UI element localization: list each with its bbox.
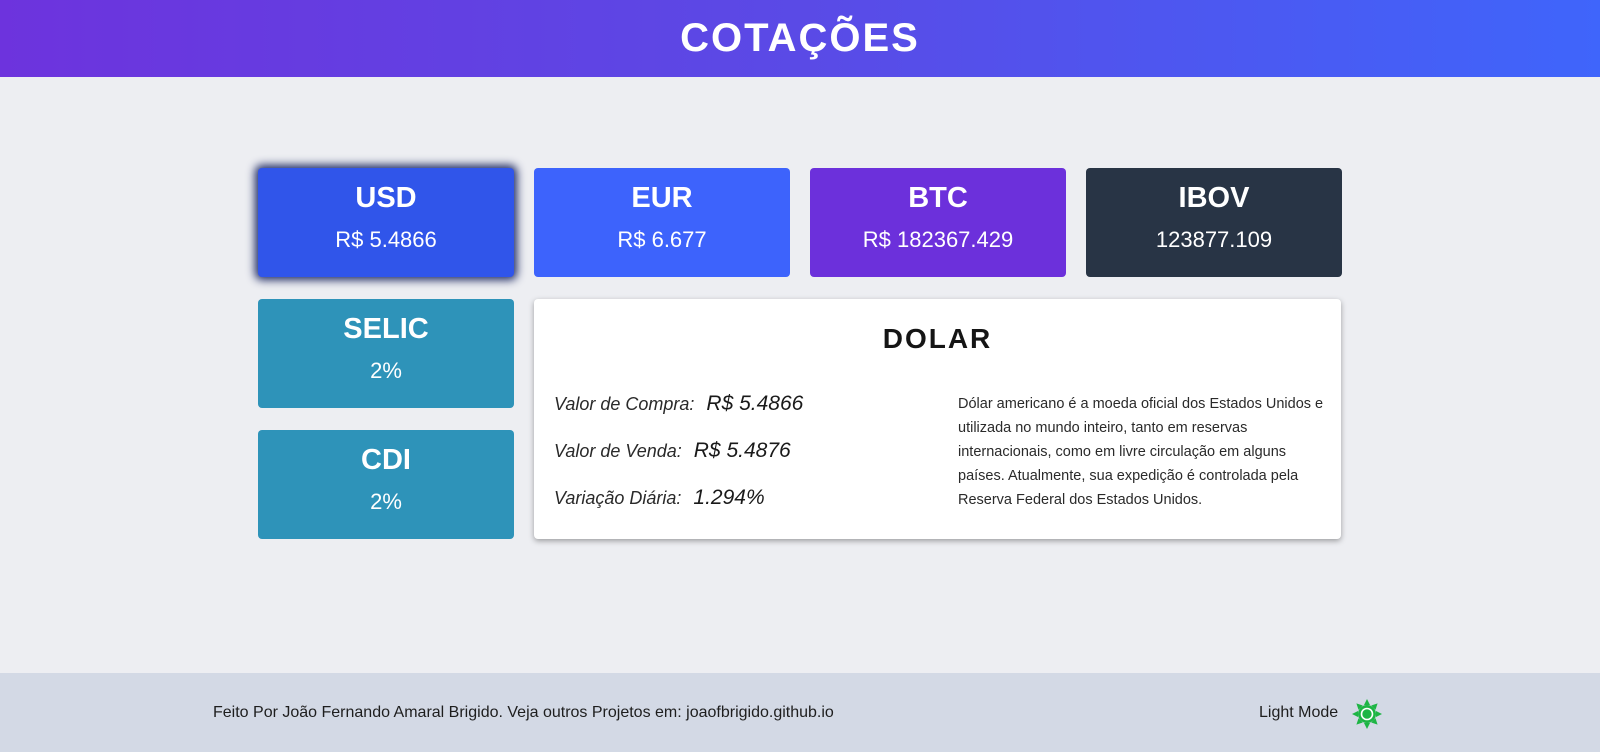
card-eur-value: R$ 6.677 [617, 227, 707, 252]
variation-label: Variação Diária: [554, 488, 682, 508]
footer-credit-text: Feito Por João Fernando Amaral Brigido. … [213, 704, 687, 721]
card-btc-value: R$ 182367.429 [862, 227, 1014, 252]
card-ibov-value: 123877.109 [1155, 227, 1273, 252]
buy-row: Valor de Compra: R$ 5.4866 [554, 392, 803, 416]
card-usd-value: R$ 5.4866 [335, 227, 437, 252]
card-selic-code: SELIC [343, 313, 429, 345]
card-usd[interactable]: USD R$ 5.4866 [258, 168, 514, 277]
buy-label: Valor de Compra: [554, 394, 695, 414]
card-cdi-code: CDI [361, 444, 411, 476]
card-btc[interactable]: BTC R$ 182367.429 [810, 168, 1066, 277]
card-cdi[interactable]: CDI 2% [258, 430, 514, 539]
detail-title: DOLAR [882, 323, 993, 354]
card-eur-code: EUR [631, 182, 693, 214]
card-selic-value: 2% [370, 358, 402, 383]
sun-icon [1352, 699, 1382, 729]
card-selic[interactable]: SELIC 2% [258, 299, 514, 408]
sell-label: Valor de Venda: [554, 441, 682, 461]
page-footer: Feito Por João Fernando Amaral Brigido. … [0, 673, 1600, 752]
page-title: COTAÇÕES [680, 16, 920, 60]
sell-value: R$ 5.4876 [693, 439, 791, 462]
page-header: COTAÇÕES [0, 0, 1600, 77]
card-btc-code: BTC [908, 182, 968, 214]
variation-row: Variação Diária: 1.294% [554, 486, 765, 510]
variation-value: 1.294% [693, 486, 765, 509]
theme-mode-label: Light Mode [1259, 704, 1339, 721]
portfolio-link[interactable]: joaofbrigido.github.io [686, 704, 834, 721]
card-ibov-code: IBOV [1178, 182, 1250, 214]
card-ibov[interactable]: IBOV 123877.109 [1086, 168, 1342, 277]
currency-description: Dólar americano é a moeda oficial dos Es… [958, 396, 1324, 508]
card-cdi-value: 2% [370, 489, 402, 514]
buy-value: R$ 5.4866 [706, 392, 804, 415]
footer-credit: Feito Por João Fernando Amaral Brigido. … [213, 704, 834, 722]
card-eur[interactable]: EUR R$ 6.677 [534, 168, 790, 277]
theme-toggle-button[interactable] [1351, 698, 1383, 730]
card-usd-code: USD [355, 182, 417, 214]
sell-row: Valor de Venda: R$ 5.4876 [554, 439, 791, 463]
detail-panel: DOLAR Valor de Compra: R$ 5.4866 Valor de… [534, 299, 1341, 539]
